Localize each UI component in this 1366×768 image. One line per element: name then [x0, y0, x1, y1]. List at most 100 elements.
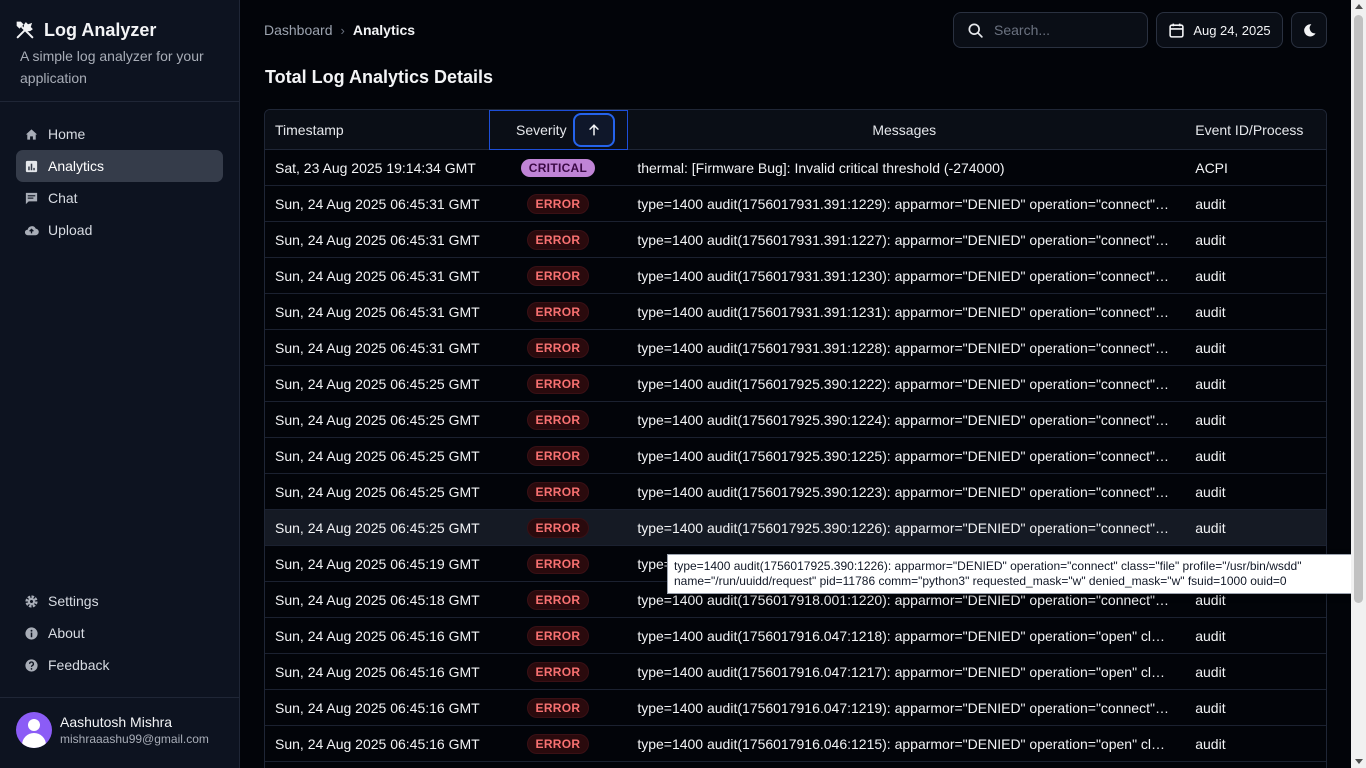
- column-header-messages[interactable]: Messages: [627, 122, 1185, 138]
- brand[interactable]: Log Analyzer: [14, 19, 156, 41]
- cell-timestamp: Sun, 24 Aug 2025 06:45:19 GMT: [275, 555, 480, 572]
- cell-message[interactable]: type=1400 audit(1756017925.390:1226): ap…: [627, 520, 1185, 536]
- column-header-severity-label: Severity: [516, 122, 567, 138]
- breadcrumb: Dashboard › Analytics: [264, 22, 415, 38]
- severity-badge: ERROR: [526, 373, 590, 394]
- cell-severity: ERROR: [489, 625, 628, 646]
- column-header-severity[interactable]: Severity: [489, 110, 628, 150]
- sidebar-item-label: Upload: [48, 222, 93, 238]
- cell-message[interactable]: type=1400 audit(1756017916.047:1218): ap…: [627, 628, 1185, 644]
- scroll-up-arrow[interactable]: [1355, 4, 1363, 9]
- cell-message[interactable]: type=1400 audit(1756017916.047:1219): ap…: [627, 700, 1185, 716]
- column-header-event[interactable]: Event ID/Process: [1185, 122, 1326, 138]
- severity-badge: ERROR: [526, 553, 590, 574]
- cell-severity: ERROR: [489, 733, 628, 754]
- date-label: Aug 24, 2025: [1193, 22, 1271, 38]
- table-row[interactable]: Sun, 24 Aug 2025 06:45:16 GMT ERROR type=1…: [265, 690, 1326, 726]
- table-row[interactable]: Sun, 24 Aug 2025 06:45:25 GMT ERROR type=1…: [265, 366, 1326, 402]
- severity-badge: CRITICAL: [520, 158, 596, 177]
- page-title: Total Log Analytics Details: [265, 67, 494, 87]
- cell-message[interactable]: type=1400 audit(1756017925.390:1225): ap…: [627, 448, 1185, 464]
- table-row[interactable]: Sun, 24 Aug 2025 06:45:31 GMT ERROR type=1…: [265, 186, 1326, 222]
- table-row[interactable]: Sun, 24 Aug 2025 06:45:31 GMT ERROR type=1…: [265, 294, 1326, 330]
- cell-message[interactable]: type=1400 audit(1756017925.390:1223): ap…: [627, 484, 1185, 500]
- table-row[interactable]: Sat, 23 Aug 2025 19:14:34 GMT CRITICAL the…: [265, 150, 1326, 186]
- moon-icon: [1303, 23, 1316, 36]
- cell-severity: ERROR: [489, 661, 628, 682]
- cell-message[interactable]: type=1400 audit(1756017931.391:1227): ap…: [627, 232, 1185, 248]
- sidebar-item-home[interactable]: Home: [16, 118, 223, 150]
- cell-event: audit: [1195, 411, 1226, 428]
- table-row[interactable]: Sun, 24 Aug 2025 06:45:25 GMT ERROR type=1…: [265, 402, 1326, 438]
- cell-timestamp: Sun, 24 Aug 2025 06:45:25 GMT: [275, 483, 480, 500]
- sidebar-item-settings[interactable]: Settings: [16, 585, 223, 617]
- cell-timestamp: Sun, 24 Aug 2025 06:45:25 GMT: [275, 375, 480, 392]
- cell-timestamp: Sun, 24 Aug 2025 06:45:16 GMT: [275, 663, 480, 680]
- sidebar-item-analytics[interactable]: Analytics: [16, 150, 223, 182]
- severity-badge: ERROR: [526, 625, 590, 646]
- table-row[interactable]: Sun, 24 Aug 2025 06:45:31 GMT ERROR type=1…: [265, 330, 1326, 366]
- table-row[interactable]: Sun, 24 Aug 2025 06:45:25 GMT ERROR type=1…: [265, 438, 1326, 474]
- calendar-icon: [1169, 23, 1184, 38]
- cell-event: audit: [1195, 447, 1226, 464]
- sort-button[interactable]: [572, 113, 615, 147]
- cell-message[interactable]: type=1400 audit(1756017931.391:1229): ap…: [627, 196, 1185, 212]
- table-header: Timestamp Messages Event ID/Process Seve…: [265, 110, 1326, 150]
- breadcrumb-dashboard[interactable]: Dashboard: [264, 22, 333, 38]
- table-row[interactable]: Sun, 24 Aug 2025 06:45:25 GMT ERROR type=1…: [265, 510, 1326, 546]
- cell-event: audit: [1195, 195, 1226, 212]
- sidebar-item-label: Analytics: [48, 158, 105, 174]
- sidebar-item-chat[interactable]: Chat: [16, 182, 223, 214]
- divider: [0, 101, 240, 102]
- cell-timestamp: Sat, 23 Aug 2025 19:14:34 GMT: [275, 159, 476, 176]
- table-row[interactable]: Sun, 24 Aug 2025 06:45:16 GMT ERROR type=1…: [265, 726, 1326, 762]
- cloud-upload-icon: [24, 225, 39, 235]
- severity-badge: ERROR: [526, 445, 590, 466]
- cell-severity: ERROR: [489, 409, 628, 430]
- cell-timestamp: Sun, 24 Aug 2025 06:45:18 GMT: [275, 591, 480, 608]
- cell-severity: ERROR: [489, 301, 628, 322]
- scroll-thumb[interactable]: [1354, 15, 1363, 603]
- date-picker-button[interactable]: Aug 24, 2025: [1156, 12, 1283, 48]
- cell-event: audit: [1195, 231, 1226, 248]
- cell-timestamp: Sun, 24 Aug 2025 06:45:25 GMT: [275, 411, 480, 428]
- cell-timestamp: Sun, 24 Aug 2025 06:45:25 GMT: [275, 447, 480, 464]
- cell-timestamp: Sun, 24 Aug 2025 06:45:31 GMT: [275, 231, 480, 248]
- search-input[interactable]: [994, 22, 1134, 38]
- table-row[interactable]: Sun, 24 Aug 2025 06:45:31 GMT ERROR type=1…: [265, 258, 1326, 294]
- scrollbar[interactable]: [1351, 0, 1366, 768]
- cell-message[interactable]: type=1400 audit(1756017931.391:1230): ap…: [627, 268, 1185, 284]
- theme-toggle-button[interactable]: [1291, 12, 1327, 48]
- sidebar-item-feedback[interactable]: Feedback: [16, 649, 223, 681]
- message-tooltip: type=1400 audit(1756017925.390:1226): ap…: [667, 554, 1359, 594]
- table-row[interactable]: Sun, 24 Aug 2025 06:45:16 GMT ERROR type=1…: [265, 618, 1326, 654]
- sidebar-item-upload[interactable]: Upload: [16, 214, 223, 246]
- tools-icon: [16, 21, 34, 39]
- column-header-timestamp[interactable]: Timestamp: [265, 122, 489, 138]
- sidebar-item-about[interactable]: About: [16, 617, 223, 649]
- scroll-down-arrow[interactable]: [1355, 759, 1363, 764]
- cell-event: audit: [1195, 267, 1226, 284]
- cell-severity: ERROR: [489, 265, 628, 286]
- cell-message[interactable]: type=1400 audit(1756017925.390:1222): ap…: [627, 376, 1185, 392]
- divider: [0, 697, 240, 698]
- search-box[interactable]: [953, 12, 1148, 48]
- cell-message[interactable]: type=1400 audit(1756017931.391:1231): ap…: [627, 304, 1185, 320]
- user-profile[interactable]: Aashutosh Mishra mishraaashu99@gmail.com: [16, 712, 209, 748]
- cell-event: audit: [1195, 519, 1226, 536]
- cell-event: audit: [1195, 699, 1226, 716]
- table-row[interactable]: Sun, 24 Aug 2025 06:45:16 GMT ERROR type=1…: [265, 654, 1326, 690]
- sidebar-item-label: About: [48, 625, 85, 641]
- severity-badge: ERROR: [526, 661, 590, 682]
- cell-event: audit: [1195, 339, 1226, 356]
- cell-message[interactable]: type=1400 audit(1756017925.390:1224): ap…: [627, 412, 1185, 428]
- cell-message[interactable]: type=1400 audit(1756017916.047:1217): ap…: [627, 664, 1185, 680]
- cell-timestamp: Sun, 24 Aug 2025 06:45:31 GMT: [275, 339, 480, 356]
- cell-message[interactable]: thermal: [Firmware Bug]: Invalid critica…: [627, 160, 1185, 176]
- cell-message[interactable]: type=1400 audit(1756017916.046:1215): ap…: [627, 736, 1185, 752]
- cell-message[interactable]: type=1400 audit(1756017931.391:1228): ap…: [627, 340, 1185, 356]
- table-row[interactable]: Sun, 24 Aug 2025 06:45:31 GMT ERROR type=1…: [265, 222, 1326, 258]
- table-row[interactable]: Sun, 24 Aug 2025 06:45:25 GMT ERROR type=1…: [265, 474, 1326, 510]
- severity-badge: ERROR: [526, 697, 590, 718]
- sidebar-item-label: Chat: [48, 190, 78, 206]
